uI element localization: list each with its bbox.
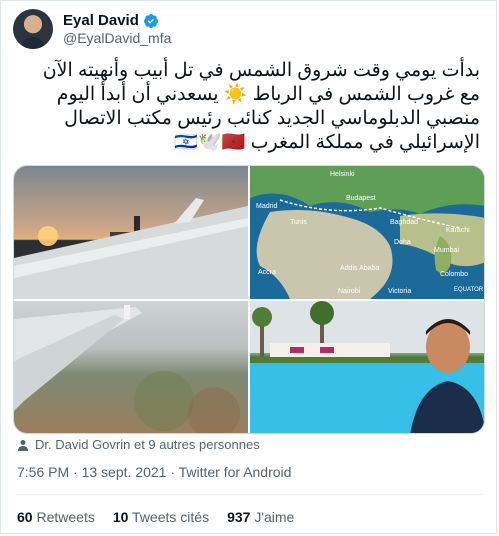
map-label-helsinki: Helsinki <box>330 171 355 178</box>
map-label-victoria: Victoria <box>388 288 411 295</box>
map-label-mumbai: Mumbai <box>434 247 459 254</box>
tweet-timestamp[interactable]: 7:56 PM · 13 sept. 2021 · Twitter for An… <box>17 464 291 480</box>
map-label-budapest: Budapest <box>346 195 376 202</box>
avatar[interactable] <box>13 9 53 49</box>
tweet-line-2: مع غروب الشمس في الرباط ☀️ يسعدني أن أبد… <box>56 84 480 105</box>
likes-stat[interactable]: 937 J'aime <box>227 509 294 525</box>
quotes-stat[interactable]: 10 Tweets cités <box>113 509 209 525</box>
retweets-count: 60 <box>17 509 33 525</box>
tweet-line-1: بدأت يومي وقت شروق الشمس في تل أبيب وأنه… <box>42 60 480 81</box>
map-label-equator: EQUATOR <box>454 287 484 293</box>
map-label-doha: Doha <box>394 239 411 246</box>
photo-sunrise-plane[interactable] <box>14 166 248 299</box>
media-grid: Helsinki Budapest Madrid Tunis Baghdad D… <box>13 165 485 434</box>
engagement-stats: 60 Retweets 10 Tweets cités 937 J'aime <box>17 509 312 525</box>
tweet-text: بدأت يومي وقت شروق الشمس في تل أبيب وأنه… <box>10 59 480 155</box>
divider <box>17 494 483 495</box>
likes-count: 937 <box>227 509 251 525</box>
map-label-colombo: Colombo <box>440 271 468 278</box>
map-label-tunis: Tunis <box>290 219 307 226</box>
author-names: Eyal David @EyalDavid_mfa <box>63 12 171 46</box>
retweets-label: Retweets <box>36 509 95 525</box>
author-name-row: Eyal David <box>63 12 171 29</box>
photo-flight-map[interactable]: Helsinki Budapest Madrid Tunis Baghdad D… <box>250 166 484 299</box>
person-icon <box>18 439 28 451</box>
tagged-people[interactable]: Dr. David Govrin et 9 autres personnes <box>17 437 260 452</box>
author-name[interactable]: Eyal David <box>63 12 139 29</box>
tweet-line-3: منصبي الدبلوماسي الجديد كنائب رئيس مكتب … <box>64 108 480 129</box>
tweet-line-4: الإسرائيلي في مملكة المغرب 🇮🇱🕊️🇲🇦 <box>174 132 480 153</box>
quotes-count: 10 <box>112 509 129 525</box>
map-label-addis: Addis Ababa <box>340 265 379 272</box>
map-label-nairobi: Nairobi <box>338 288 361 295</box>
tweet-header: Eyal David @EyalDavid_mfa <box>13 9 171 49</box>
tweet-card: Eyal David @EyalDavid_mfa بدأت يومي وقت … <box>0 0 497 534</box>
retweets-stat[interactable]: 60 Retweets <box>17 509 95 525</box>
map-label-madrid: Madrid <box>256 203 278 210</box>
likes-label: J'aime <box>254 509 295 525</box>
photo-selfie-pool[interactable] <box>250 301 484 433</box>
quotes-label: Tweets cités <box>132 509 210 525</box>
tagged-people-text: Dr. David Govrin et 9 autres personnes <box>35 437 260 452</box>
verified-badge-icon <box>143 13 158 28</box>
photo-wing-over-city[interactable] <box>14 301 248 433</box>
author-handle[interactable]: @EyalDavid_mfa <box>63 30 171 46</box>
map-label-accra: Accra <box>258 269 276 276</box>
map-label-karachi: Karachi <box>446 227 470 234</box>
map-label-baghdad: Baghdad <box>390 219 418 226</box>
